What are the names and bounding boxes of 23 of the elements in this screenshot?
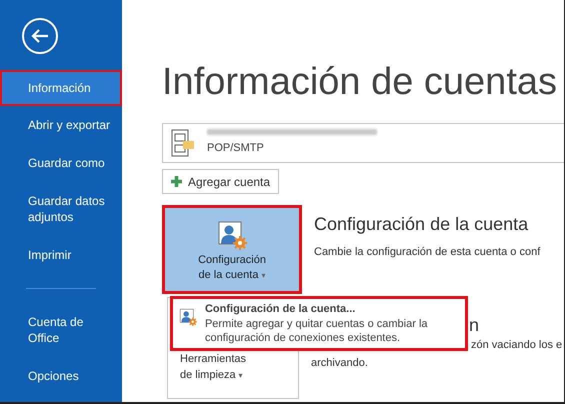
- sidebar-item[interactable]: Guardar datos adjuntos: [0, 182, 122, 236]
- sidebar-item[interactable]: Cuenta de Office: [0, 303, 122, 357]
- sidebar-item[interactable]: Guardar como: [0, 144, 122, 182]
- section-description: zón vaciando los e: [471, 338, 562, 353]
- person-gear-icon: [217, 220, 247, 250]
- account-settings-tile[interactable]: Configuración de la cuenta ▾: [162, 205, 302, 294]
- account-selector[interactable]: POP/SMTP: [162, 123, 564, 163]
- section-description: Cambie la configuración de esta cuenta o conf: [314, 245, 540, 260]
- account-type: POP/SMTP: [207, 141, 265, 156]
- back-button[interactable]: [22, 18, 58, 54]
- page-title: Información de cuentas: [162, 60, 558, 104]
- mailbox-icon: [171, 129, 195, 157]
- sidebar-item[interactable]: Imprimir: [0, 236, 122, 274]
- section-description: archivando.: [311, 356, 368, 371]
- add-account-button[interactable]: Agregar cuenta: [162, 169, 280, 194]
- sidebar-item[interactable]: Información: [0, 70, 122, 106]
- menu-item[interactable]: Configuración de la cuenta... Permite agregar y quitar cuentas o cambiar la configuración de conexiones existentes.: [170, 296, 468, 351]
- sidebar-item[interactable]: Abrir y exportar: [0, 106, 122, 144]
- sidebar-item[interactable]: Opciones: [0, 357, 122, 395]
- section-heading: Configuración de la cuenta: [314, 213, 530, 236]
- section-heading: n: [469, 314, 480, 336]
- plus-icon: [171, 176, 182, 187]
- back-arrow-icon: [31, 29, 49, 43]
